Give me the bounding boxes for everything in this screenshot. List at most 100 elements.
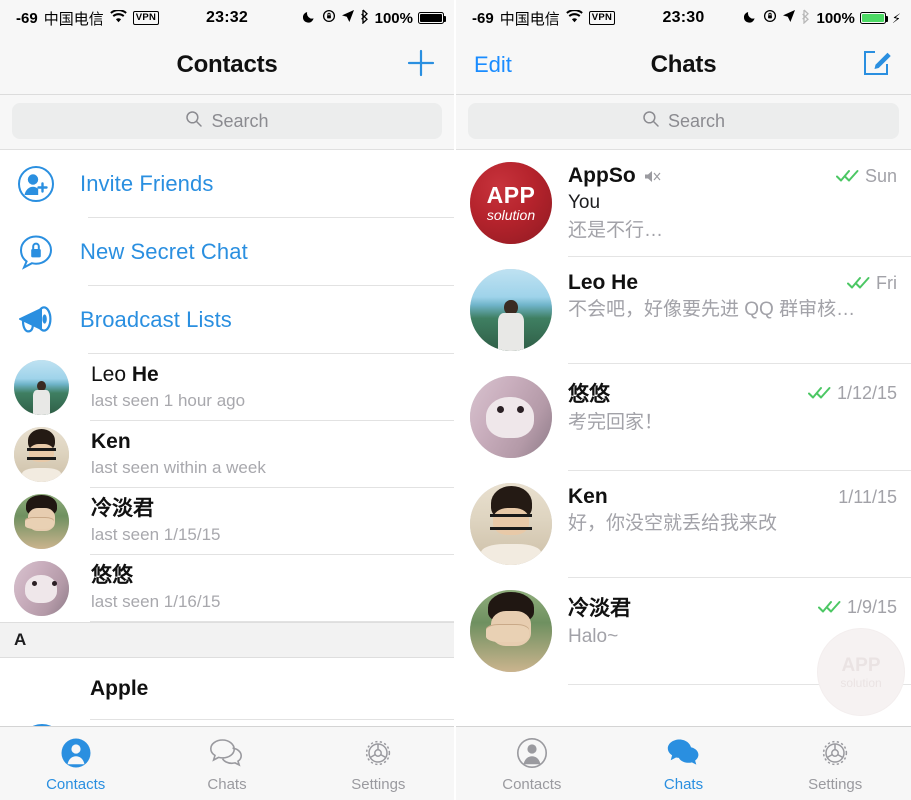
contacts-icon bbox=[59, 735, 93, 771]
status-bar-right: -69 中国电信 VPN 23:30 100% ⚡ bbox=[456, 0, 911, 36]
chat-timestamp: Sun bbox=[864, 165, 897, 186]
mute-speaker-icon bbox=[644, 169, 661, 184]
chats-screen: -69 中国电信 VPN 23:30 100% ⚡ Edit Chats Sea… bbox=[454, 0, 911, 800]
search-section-right: Search bbox=[456, 95, 911, 150]
page-title: Contacts bbox=[176, 51, 278, 78]
tab-label: Settings bbox=[351, 775, 406, 793]
contact-row-apple[interactable]: Apple bbox=[0, 658, 454, 720]
contact-row-ken[interactable]: Ken last seen within a week bbox=[0, 421, 454, 488]
page-title: Chats bbox=[650, 51, 717, 78]
contact-status: last seen 1/16/15 bbox=[91, 591, 221, 611]
chat-preview: 还是不行… bbox=[568, 219, 664, 241]
chat-preview: 考完回家！ bbox=[568, 412, 664, 433]
chats-icon bbox=[208, 735, 246, 771]
battery-icon bbox=[859, 12, 889, 24]
charging-bolt-icon: ⚡ bbox=[891, 10, 901, 26]
avatar bbox=[14, 360, 69, 415]
rotation-lock-icon bbox=[322, 9, 336, 27]
bluetooth-icon bbox=[801, 9, 811, 28]
status-right-group: 100% ⚡ bbox=[744, 9, 911, 28]
chat-name: AppSo bbox=[568, 164, 636, 187]
contacts-icon bbox=[515, 735, 549, 771]
broadcast-lists-label: Broadcast Lists bbox=[80, 307, 232, 332]
chat-preview: Halo~ bbox=[568, 626, 619, 647]
moon-icon bbox=[302, 9, 317, 27]
chat-name: 悠悠 bbox=[568, 383, 610, 406]
broadcast-lists-row[interactable]: Broadcast Lists bbox=[0, 286, 454, 354]
status-right-group: 100% bbox=[302, 9, 454, 28]
tab-settings[interactable]: Settings bbox=[303, 735, 454, 793]
contact-row-youyou[interactable]: 悠悠 last seen 1/16/15 bbox=[0, 555, 454, 622]
chat-timestamp: 1/9/15 bbox=[846, 596, 897, 617]
contact-name: 悠悠 bbox=[91, 564, 133, 588]
chat-name: Leo He bbox=[568, 271, 639, 294]
settings-gear-icon bbox=[361, 735, 395, 771]
contact-status: last seen 1 hour ago bbox=[91, 390, 246, 410]
contacts-screen: -69 中国电信 VPN 23:32 100% Contacts Search … bbox=[0, 0, 454, 800]
chat-row-youyou[interactable]: 悠悠 1/12/15 考完回家！ bbox=[456, 364, 911, 471]
settings-gear-icon bbox=[818, 735, 852, 771]
location-arrow-icon bbox=[782, 9, 796, 27]
contact-status: last seen within a week bbox=[91, 457, 266, 477]
search-placeholder: Search bbox=[211, 110, 269, 131]
avatar-subtext: solution bbox=[486, 207, 536, 223]
tab-label: Contacts bbox=[502, 775, 562, 793]
battery-percent: 100% bbox=[374, 9, 413, 27]
contact-name: Ken bbox=[91, 430, 131, 454]
chat-preview: 不会吧，好像要先进 QQ 群审核… bbox=[568, 299, 856, 320]
search-input[interactable]: Search bbox=[12, 103, 442, 139]
contact-row-leo-he[interactable]: Leo He last seen 1 hour ago bbox=[0, 354, 454, 421]
dual-screenshot: -69 中国电信 VPN 23:32 100% Contacts Search … bbox=[0, 0, 911, 800]
lock-bubble-icon bbox=[16, 232, 72, 272]
avatar bbox=[470, 590, 552, 672]
read-receipt-icon bbox=[847, 276, 871, 290]
avatar bbox=[14, 494, 69, 549]
invite-friends-row[interactable]: Invite Friends bbox=[0, 150, 454, 218]
avatar bbox=[14, 561, 69, 616]
contact-row-lengdanjun[interactable]: 冷淡君 last seen 1/15/15 bbox=[0, 488, 454, 555]
edit-button[interactable]: Edit bbox=[456, 52, 512, 78]
new-secret-chat-label: New Secret Chat bbox=[80, 239, 248, 264]
chat-timestamp: 1/11/15 bbox=[838, 486, 897, 507]
status-bar-left: -69 中国电信 VPN 23:32 100% bbox=[0, 0, 454, 36]
read-receipt-icon bbox=[807, 386, 832, 400]
chat-row-leo-he[interactable]: Leo He Fri 不会吧，好像要先进 QQ 群审核… bbox=[456, 257, 911, 364]
tab-settings[interactable]: Settings bbox=[759, 735, 911, 793]
avatar: APP solution bbox=[470, 162, 552, 244]
chat-row-ken[interactable]: Ken 1/11/15 好，你没空就丢给我来改 bbox=[456, 471, 911, 578]
search-icon bbox=[642, 110, 660, 133]
read-receipt-icon bbox=[835, 169, 860, 183]
nav-bar-contacts: Contacts bbox=[0, 36, 454, 95]
invite-friends-label: Invite Friends bbox=[80, 171, 214, 196]
chats-list: APP solution AppSo Sun You 还是不行… Leo He … bbox=[456, 150, 911, 685]
tab-contacts[interactable]: Contacts bbox=[0, 735, 151, 793]
add-contact-button[interactable] bbox=[406, 48, 454, 83]
new-secret-chat-row[interactable]: New Secret Chat bbox=[0, 218, 454, 286]
tab-chats[interactable]: Chats bbox=[608, 735, 760, 793]
row-separator bbox=[90, 621, 454, 622]
compose-button[interactable] bbox=[861, 47, 911, 84]
chat-timestamp: 1/12/15 bbox=[836, 382, 897, 403]
section-header-a: A bbox=[0, 622, 454, 658]
moon-icon bbox=[744, 9, 758, 27]
nav-bar-chats: Edit Chats bbox=[456, 36, 911, 95]
person-add-icon bbox=[16, 164, 72, 204]
read-receipt-icon bbox=[817, 600, 842, 614]
tab-contacts[interactable]: Contacts bbox=[456, 735, 608, 793]
rotation-lock-icon bbox=[763, 9, 777, 27]
contact-status: last seen 1/15/15 bbox=[91, 524, 221, 544]
search-icon bbox=[185, 110, 203, 133]
battery-percent: 100% bbox=[816, 9, 855, 27]
chat-row-lengdanjun[interactable]: 冷淡君 1/9/15 Halo~ bbox=[456, 578, 911, 685]
tab-chats[interactable]: Chats bbox=[151, 735, 302, 793]
bluetooth-icon bbox=[360, 9, 370, 28]
tab-label: Chats bbox=[207, 775, 247, 793]
chat-row-appso[interactable]: APP solution AppSo Sun You 还是不行… bbox=[456, 150, 911, 257]
avatar bbox=[14, 427, 69, 482]
megaphone-icon bbox=[16, 302, 72, 338]
chats-icon bbox=[665, 735, 703, 771]
avatar bbox=[470, 483, 552, 565]
chat-sender: You bbox=[568, 192, 601, 213]
row-separator bbox=[568, 684, 911, 685]
search-input[interactable]: Search bbox=[468, 103, 899, 139]
